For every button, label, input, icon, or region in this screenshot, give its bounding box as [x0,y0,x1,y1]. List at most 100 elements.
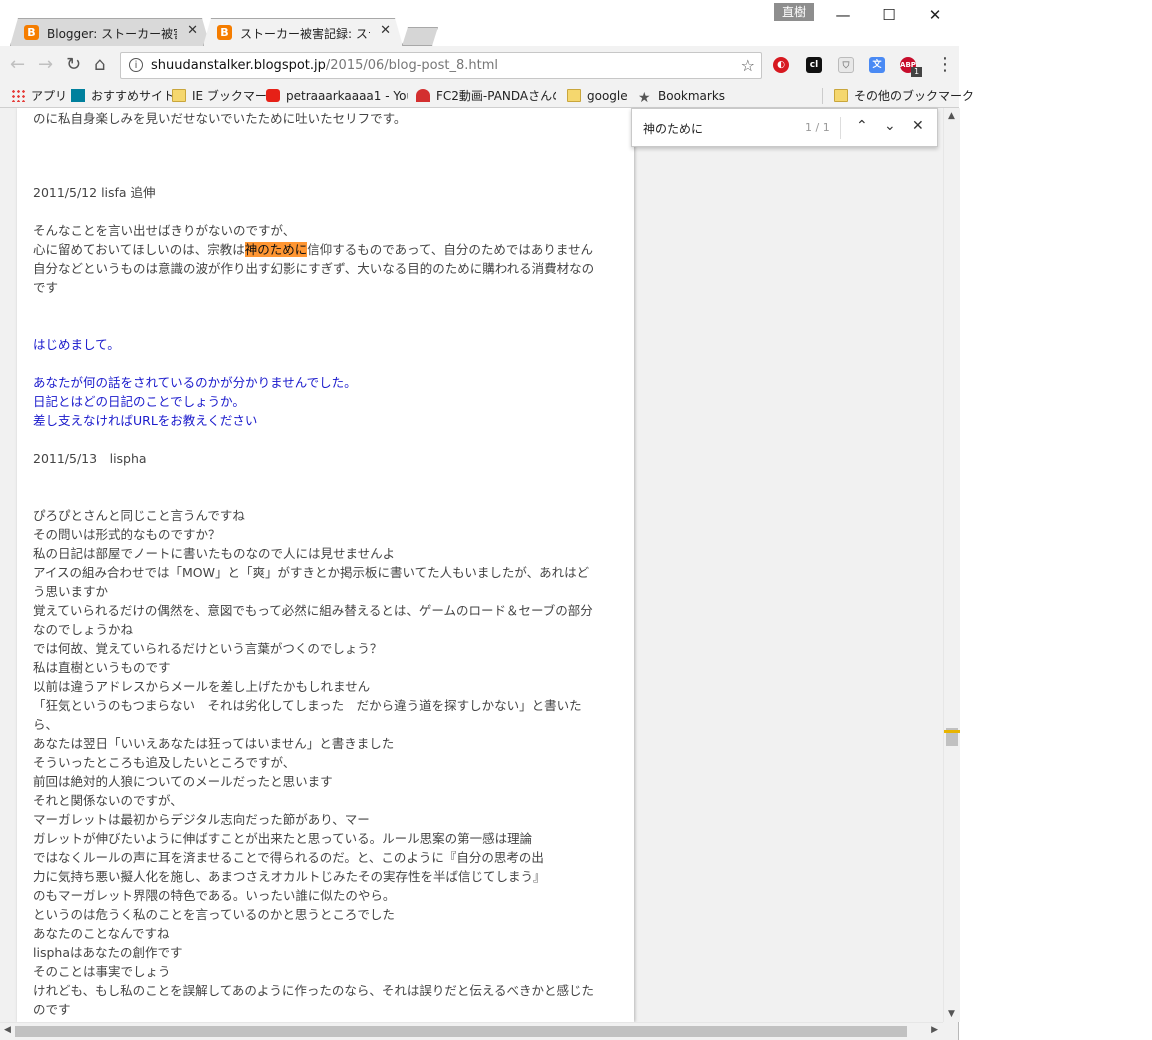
vertical-scrollbar[interactable]: ▲ ▼ [943,108,960,1022]
folder-icon [834,89,848,102]
find-match-highlight: 神のために [244,242,308,257]
comment-line: あなたは翌日「いいえあなたは狂ってはいません」と書きました [33,736,395,751]
address-bar[interactable]: i shuudanstalker.blogspot.jp/2015/06/blo… [120,52,762,79]
bookmark-item[interactable]: FC2動画-PANDAさんの [416,87,556,105]
post-text: です [33,280,59,295]
find-match-count: 1 / 1 [805,121,830,134]
comment-line: なのでしょうかね [33,622,134,637]
scroll-left-arrow-icon[interactable]: ◀ [4,1025,11,1035]
comment-line: 覚えていられるだけの偶然を、意図でもって必然に組み替えるとは、ゲームのロード＆セ… [33,603,593,618]
comment-line: その問いは形式的なものですか？ [33,527,221,542]
find-close-button[interactable]: ✕ [912,118,924,134]
home-button[interactable]: ⌂ [94,55,105,75]
comment-line: 「狂気というのもつまらない それは劣化してしまった だから違う道を探すしかない」… [33,698,582,713]
post-text: そんなことを言い出せばきりがないのですが、 [33,223,296,238]
folder-icon [172,89,186,102]
blogger-icon: B [24,25,39,40]
horizontal-scrollbar[interactable]: ◀ ▶ [0,1022,943,1040]
comment-line: そういったところも追及したいところですが、 [33,755,296,770]
translate-icon[interactable]: 文 [869,57,885,73]
bookmarks-divider [822,88,823,104]
comment-line: ら、 [33,717,59,732]
forward-button[interactable]: → [38,55,53,75]
scroll-down-arrow-icon[interactable]: ▼ [948,1009,955,1019]
scrollbar-thumb[interactable] [15,1026,907,1037]
url-text[interactable]: shuudanstalker.blogspot.jp/2015/06/blog-… [151,58,498,73]
shield-icon[interactable]: ⛉ [838,57,854,73]
comment-line: そのことは事実でしょう [33,964,171,979]
find-divider [840,117,841,139]
scroll-right-arrow-icon[interactable]: ▶ [931,1025,938,1035]
comment-line: ガレットが伸びたいように伸ばすことが出来たと思っている。ルール思案の第一感は理論 [33,831,533,846]
back-button[interactable]: ← [10,55,25,75]
reply-text: 日記とはどの日記のことでしょうか。 [33,394,245,409]
tab-title: ストーカー被害記録: ステップ [240,27,370,41]
bookmark-other[interactable]: その他のブックマーク [834,87,974,105]
post-text: 自分などというものは意識の波が作り出す幻影にすぎず、大いなる目的のために購われる… [33,261,595,276]
url-host: shuudanstalker.blogspot.jp [151,58,326,73]
comment-date: 2011/5/12 lisfa 追伸 [33,185,156,200]
comment-line: lisphaはあなたの創作です [33,945,183,960]
comment-line: 以前は違うアドレスからメールを差し上げたかもしれません [33,679,371,694]
comment-date: 2011/5/13 lispha [33,451,147,466]
reply-text: 差し支えなければURLをお教えください [33,413,258,428]
comment-line: というのは危うく私のことを言っているのかと思うところでした [33,907,395,922]
reload-button[interactable]: ↻ [66,55,81,75]
find-next-button[interactable]: ⌄ [884,118,896,134]
trend-micro-icon[interactable]: ◐ [773,57,789,73]
tab-close-icon[interactable]: ✕ [380,23,391,38]
bookmark-star-icon[interactable]: ☆ [741,56,755,75]
bookmark-item[interactable]: petraaarkaaaa1 - YouT [266,87,408,105]
blog-post: のに私自身楽しみを見いだせないでいたために吐いたセリフです。 2011/5/12… [17,108,634,1022]
reply-text: はじめまして。 [33,337,120,352]
comment-line: マーガレットは最初からデジタル志向だった節があり、マー [33,812,370,827]
bookmark-label: その他のブックマーク [854,89,975,103]
youtube-icon [266,89,280,102]
fc2-icon [416,89,430,102]
profile-button[interactable]: 直樹 [774,3,814,21]
comment-line: う思いますか [33,584,109,599]
blogger-icon: B [217,25,232,40]
page-viewport: のに私自身楽しみを見いだせないでいたために吐いたセリフです。 2011/5/12… [0,108,943,1022]
bookmark-folder[interactable]: google [567,87,628,105]
browser-window: B Blogger: ストーカー被害記録 ✕ B ストーカー被害記録: ステップ… [0,0,974,1040]
bookmark-item[interactable]: おすすめサイト [71,87,175,105]
menu-button[interactable]: ⋮ [936,55,954,75]
comment-line: ぴろぴとさんと同じこと言うんですね [33,508,245,523]
bing-icon [71,89,85,102]
minimize-button[interactable]: — [820,0,866,30]
tab-strip: B Blogger: ストーカー被害記録 ✕ B ストーカー被害記録: ステップ… [0,0,959,46]
bookmark-folder[interactable]: IE ブックマーク [172,87,279,105]
bookmark-label: おすすめサイト [91,89,176,103]
maximize-button[interactable]: ☐ [866,0,912,30]
tab-stalker-record[interactable]: B ストーカー被害記録: ステップ ✕ [203,18,403,46]
comment-line: 私は直樹というものです [33,660,171,675]
bookmark-item[interactable]: ★ Bookmarks [638,87,725,105]
url-path: /2015/06/blog-post_8.html [325,58,499,73]
apps-grid-icon [11,89,25,102]
bookmark-label: google [587,89,628,103]
scroll-up-arrow-icon[interactable]: ▲ [948,111,955,121]
toolbar: ← → ↻ ⌂ i shuudanstalker.blogspot.jp/201… [0,46,959,84]
bookmark-apps[interactable]: アプリ [11,87,67,105]
tab-close-icon[interactable]: ✕ [187,23,198,38]
info-icon[interactable]: i [129,58,143,72]
bookmark-label: FC2動画-PANDAさんの [436,89,556,103]
comment-line: アイスの組み合わせでは「MOW」と「爽」がすきとか掲示板に書いてた人もいましたが… [33,565,590,580]
text-segment: 信仰するものであって、自分のためではありません [307,242,594,257]
comment-line: けれども、もし私のことを誤解してあのように作ったのなら、それは誤りだと伝えるべき… [33,983,595,998]
tab-title: Blogger: ストーカー被害記録 [47,27,177,41]
comment-line: 力に気持ち悪い擬人化を施し、あまつさえオカルトじみたその実存性を半ば信じてしまう… [33,869,546,884]
reply-text: あなたが何の話をされているのかが分かりませんでした。 [33,375,357,390]
comment-line: のもマーガレット界隈の特色である。いったい誰に似たのやら。 [33,888,396,903]
cl-icon[interactable]: cl [806,57,822,73]
find-previous-button[interactable]: ⌃ [856,118,868,134]
find-input[interactable]: 神のために [643,120,703,137]
folder-icon [567,89,581,102]
close-window-button[interactable]: ✕ [912,0,958,30]
comment-line: 私の日記は部屋でノートに書いたものなので人には見せませんよ [33,546,396,561]
bookmark-label: petraaarkaaaa1 - YouT [286,89,408,103]
tab-blogger[interactable]: B Blogger: ストーカー被害記録 ✕ [10,18,210,46]
new-tab-button[interactable] [402,27,438,46]
find-bar: 神のために 1 / 1 ⌃ ⌄ ✕ [631,108,938,147]
